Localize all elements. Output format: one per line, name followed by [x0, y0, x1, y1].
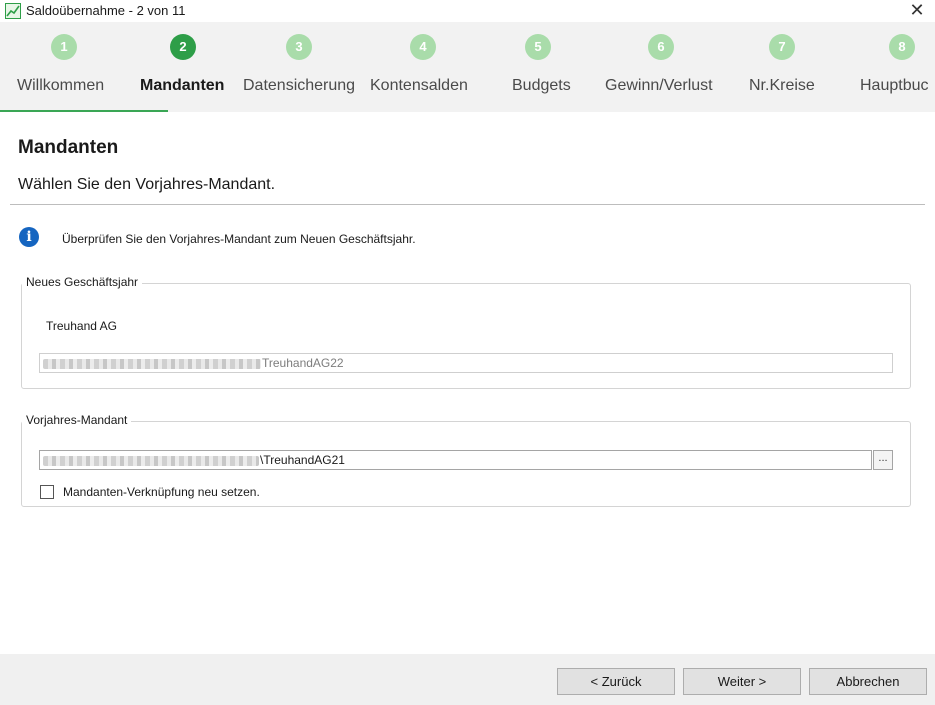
- close-button[interactable]: ✕: [899, 0, 935, 22]
- path-suffix: TreuhandAG22: [262, 356, 344, 370]
- info-message: Überprüfen Sie den Vorjahres-Mandant zum…: [62, 232, 416, 246]
- step-number: 2: [170, 34, 196, 60]
- new-year-path-field: TreuhandAG22: [39, 353, 893, 373]
- step-label: Kontensalden: [370, 77, 468, 94]
- cancel-button[interactable]: Abbrechen: [809, 668, 927, 695]
- step-number: 3: [286, 34, 312, 60]
- step-label: Mandanten: [140, 77, 225, 94]
- window-title: Saldoübernahme - 2 von 11: [26, 3, 186, 18]
- step-label: Willkommen: [17, 77, 105, 94]
- path-suffix: \TreuhandAG21: [260, 453, 345, 467]
- step-number: 5: [525, 34, 551, 60]
- step-datensicherung[interactable]: 3 Datensicherung: [243, 22, 373, 112]
- close-icon: ✕: [909, 0, 925, 20]
- step-number: 6: [648, 34, 674, 60]
- browse-button[interactable]: ...: [873, 450, 893, 470]
- new-year-group: Neues Geschäftsjahr: [21, 275, 911, 389]
- info-icon: i: [19, 227, 39, 247]
- active-step-indicator: [0, 110, 168, 112]
- chart-app-icon: [5, 3, 21, 19]
- company-name: Treuhand AG: [46, 319, 117, 333]
- page-subtitle: Wählen Sie den Vorjahres-Mandant.: [18, 176, 276, 193]
- previous-year-path-input[interactable]: \TreuhandAG21: [39, 450, 872, 470]
- step-label: Gewinn/Verlust: [605, 77, 713, 94]
- redacted-path: [43, 455, 259, 466]
- step-budgets[interactable]: 5 Budgets: [512, 22, 582, 112]
- page-title: Mandanten: [18, 137, 119, 158]
- group-legend: Vorjahres-Mandant: [22, 413, 132, 427]
- step-willkommen[interactable]: 1 Willkommen: [17, 22, 127, 112]
- redacted-path: [43, 358, 261, 369]
- header-divider: [10, 204, 925, 205]
- step-number: 1: [51, 34, 77, 60]
- back-button[interactable]: < Zurück: [557, 668, 675, 695]
- step-number: 4: [410, 34, 436, 60]
- relink-checkbox[interactable]: [40, 485, 54, 499]
- step-label: Budgets: [512, 77, 571, 94]
- step-mandanten[interactable]: 2 Mandanten: [140, 22, 240, 112]
- step-number: 8: [889, 34, 915, 60]
- step-gewinn-verlust[interactable]: 6 Gewinn/Verlust: [605, 22, 725, 112]
- wizard-steps: 1 Willkommen 2 Mandanten 3 Datensicherun…: [0, 22, 935, 112]
- step-label: Nr.Kreise: [749, 77, 815, 94]
- next-button[interactable]: Weiter >: [683, 668, 801, 695]
- step-label: Hauptbuc: [860, 77, 929, 94]
- step-nr-kreise[interactable]: 7 Nr.Kreise: [749, 22, 829, 112]
- relink-checkbox-label[interactable]: Mandanten-Verknüpfung neu setzen.: [63, 485, 260, 499]
- group-legend: Neues Geschäftsjahr: [22, 275, 143, 289]
- step-kontensalden[interactable]: 4 Kontensalden: [370, 22, 480, 112]
- title-bar: Saldoübernahme - 2 von 11 ✕: [0, 0, 935, 22]
- step-label: Datensicherung: [243, 77, 356, 94]
- step-number: 7: [769, 34, 795, 60]
- step-hauptbuch[interactable]: 8 Hauptbuc: [860, 22, 935, 112]
